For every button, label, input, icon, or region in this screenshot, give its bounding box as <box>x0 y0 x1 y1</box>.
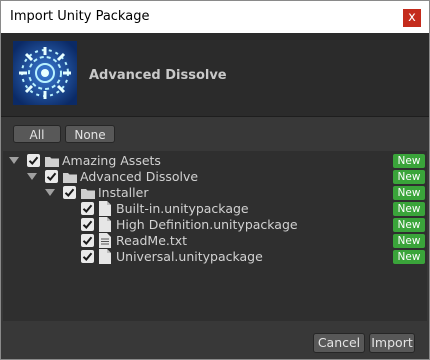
tree-item-label: Installer <box>98 185 149 200</box>
package-title: Advanced Dissolve <box>89 68 227 83</box>
include-checkbox[interactable] <box>81 202 94 215</box>
include-checkbox[interactable] <box>81 250 94 263</box>
import-button[interactable]: Import <box>369 333 415 353</box>
tree-row[interactable]: High Definition.unitypackage New <box>3 217 427 233</box>
tree-row[interactable]: ReadMe.txt New <box>3 233 427 249</box>
tree-item-label: Built-in.unitypackage <box>116 201 249 216</box>
import-dialog: Import Unity Package x Advanced Dissolve… <box>0 0 430 360</box>
folder-icon <box>63 171 77 186</box>
package-tree: Amazing Assets New Advanced Dissolve New Ins… <box>3 151 427 321</box>
close-button[interactable]: x <box>403 9 421 27</box>
select-all-button[interactable]: All <box>13 125 61 143</box>
tree-row[interactable]: Built-in.unitypackage New <box>3 201 427 217</box>
new-badge: New <box>393 202 425 216</box>
package-icon <box>13 41 77 105</box>
tree-item-label: Amazing Assets <box>62 153 161 168</box>
new-badge: New <box>393 250 425 264</box>
select-none-button[interactable]: None <box>65 125 115 143</box>
new-badge: New <box>393 186 425 200</box>
include-checkbox[interactable] <box>63 186 76 199</box>
window-title: Import Unity Package <box>10 9 150 24</box>
tree-row[interactable]: Installer New <box>3 185 427 201</box>
tree-row[interactable]: Amazing Assets New <box>3 153 427 169</box>
include-checkbox[interactable] <box>45 170 58 183</box>
include-checkbox[interactable] <box>81 234 94 247</box>
tree-row[interactable]: Advanced Dissolve New <box>3 169 427 185</box>
cancel-button[interactable]: Cancel <box>313 333 365 353</box>
new-badge: New <box>393 154 425 168</box>
folder-icon <box>81 187 95 202</box>
tree-item-label: Universal.unitypackage <box>116 249 263 264</box>
folder-icon <box>45 155 59 170</box>
tree-item-label: Advanced Dissolve <box>80 169 199 184</box>
tree-row[interactable]: Universal.unitypackage New <box>3 249 427 265</box>
tree-item-label: High Definition.unitypackage <box>116 217 298 232</box>
expand-arrow-icon[interactable] <box>9 157 19 164</box>
new-badge: New <box>393 234 425 248</box>
include-checkbox[interactable] <box>27 154 40 167</box>
new-badge: New <box>393 170 425 184</box>
file-icon <box>99 249 111 267</box>
expand-arrow-icon[interactable] <box>27 173 37 180</box>
new-badge: New <box>393 218 425 232</box>
package-header: Advanced Dissolve <box>1 33 429 117</box>
expand-arrow-icon[interactable] <box>45 189 55 196</box>
title-bar: Import Unity Package x <box>1 1 429 33</box>
include-checkbox[interactable] <box>81 218 94 231</box>
tree-item-label: ReadMe.txt <box>116 233 188 248</box>
